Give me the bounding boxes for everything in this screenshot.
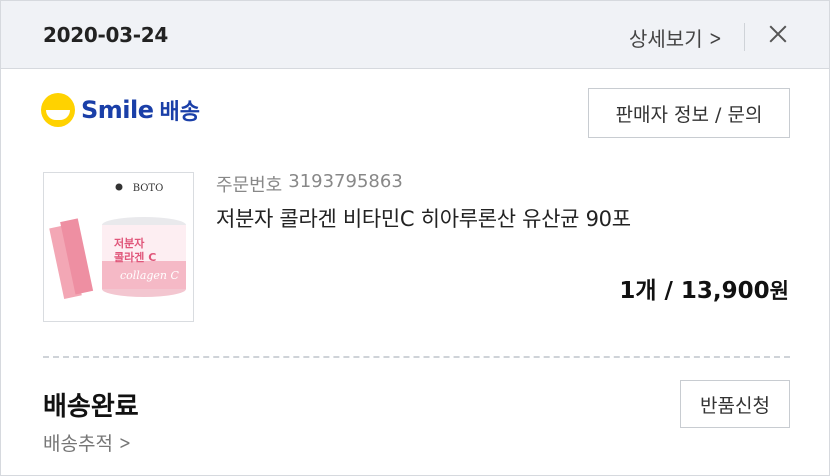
track-delivery-link[interactable]: 배송추적 >	[43, 429, 133, 456]
thumbnail-script: collagen C	[120, 269, 180, 282]
thumbnail-brand: BOTO	[133, 183, 164, 194]
quantity: 1개	[619, 278, 657, 304]
smile-brand-text: Smile	[81, 96, 154, 124]
price-separator: /	[656, 278, 681, 304]
smile-delivery-logo: Smile 배송	[41, 93, 200, 127]
order-card: 2020-03-24 상세보기 > Smile 배송 판매자 정보 / 문의 B…	[0, 0, 830, 476]
product-name[interactable]: 저분자 콜라겐 비타민C 히아루론산 유산균 90포	[216, 203, 631, 233]
chevron-right-icon: >	[118, 431, 131, 454]
order-header: 2020-03-24 상세보기 >	[1, 1, 829, 69]
smile-brand-suffix: 배송	[159, 100, 201, 125]
return-request-button[interactable]: 반품신청	[680, 380, 790, 428]
header-divider	[744, 23, 745, 51]
price-line: 1개 / 13,900 원	[619, 271, 789, 305]
delivery-status: 배송완료	[43, 392, 139, 422]
product-thumbnail[interactable]: BOTO 저분자 콜라겐 C collagen C	[43, 172, 194, 322]
seller-info-button[interactable]: 판매자 정보 / 문의	[588, 88, 790, 138]
thumbnail-label-1: 저분자	[114, 236, 145, 250]
view-details-link[interactable]: 상세보기 >	[629, 23, 723, 52]
close-icon[interactable]	[761, 17, 795, 51]
order-number: 주문번호 3193795863	[216, 171, 403, 197]
price-value: 13,900	[680, 278, 770, 304]
smile-face-icon	[41, 93, 75, 127]
thumbnail-label-2: 콜라겐 C	[114, 250, 156, 264]
product-image: BOTO 저분자 콜라겐 C collagen C	[49, 183, 186, 299]
view-details-label: 상세보기	[629, 27, 703, 51]
track-delivery-label: 배송추적	[43, 433, 113, 455]
order-number-label: 주문번호	[216, 175, 283, 196]
chevron-right-icon: >	[708, 25, 722, 50]
price-unit: 원	[769, 279, 789, 303]
section-divider	[43, 356, 790, 358]
order-date: 2020-03-24	[43, 23, 168, 47]
order-number-value: 3193795863	[288, 171, 403, 192]
